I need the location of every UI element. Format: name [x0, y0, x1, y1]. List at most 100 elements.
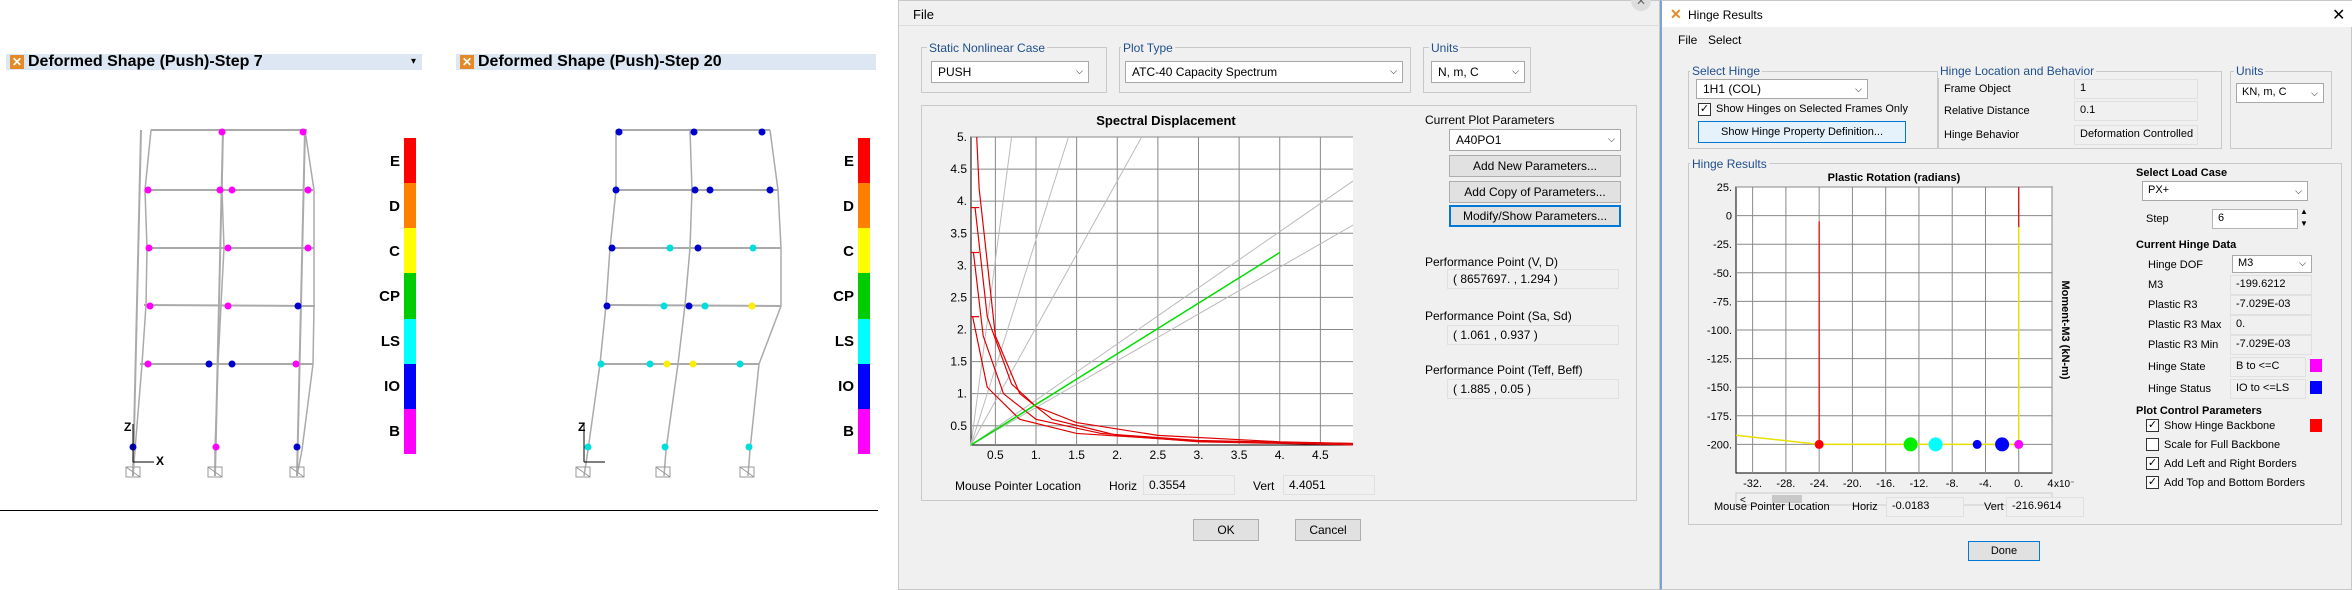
static-case-select[interactable]: PUSH ⌵ — [931, 61, 1089, 83]
step-up-icon[interactable]: ▲ — [2300, 207, 2308, 216]
tb-borders-checkbox[interactable]: ✓ — [2146, 476, 2159, 489]
menu-separator — [899, 25, 1661, 26]
static-case-label: Static Nonlinear Case — [927, 41, 1048, 55]
chevron-down-icon: ⌵ — [2295, 186, 2302, 196]
backbone-color-swatch[interactable] — [2310, 419, 2322, 432]
show-selected-checkbox[interactable]: ✓ — [1698, 103, 1711, 116]
plastic-r3-min-value: -7.029E-03 — [2230, 335, 2312, 355]
pushover-curve-window: File ✕ Static Nonlinear Case PUSH ⌵ Plot … — [898, 0, 1661, 590]
x-tick-label: 3.5 — [1231, 448, 1248, 462]
hinge-marker — [1903, 437, 1918, 452]
x-tick-label: -24. — [1810, 478, 1829, 490]
units-select[interactable]: N, m, C ⌵ — [1431, 61, 1525, 83]
show-backbone-label: Show Hinge Backbone — [2164, 420, 2276, 432]
x-tick-label: -4. — [1979, 478, 1992, 490]
ok-button[interactable]: OK — [1193, 519, 1259, 541]
plastic-r3-value: -7.029E-03 — [2230, 295, 2312, 315]
chevron-down-icon: ⌵ — [1608, 134, 1615, 144]
chevron-down-icon: ⌵ — [1390, 66, 1397, 76]
show-hinge-def-button[interactable]: Show Hinge Property Definition... — [1698, 121, 1906, 143]
legend-label: C — [389, 242, 400, 260]
y-axis-label: Moment-M3 (kN-m) — [2059, 281, 2071, 380]
menu-select[interactable]: Select — [1708, 33, 1741, 47]
current-params-select[interactable]: A40PO1 ⌵ — [1449, 129, 1621, 151]
plastic-rotation-chart[interactable]: -32. -28. -24. -20. -16. -12. -8. -4. 0. 4.25.0-2… — [1690, 165, 2074, 525]
hinge-vert-label: Vert — [1984, 501, 2004, 513]
x-tick-label: 1. — [1031, 448, 1041, 462]
close-view-icon[interactable]: ✕ — [460, 55, 474, 69]
chart-title: Spectral Displacement — [1096, 113, 1236, 128]
step-input[interactable]: 6 — [2212, 209, 2298, 229]
frame-view-1[interactable] — [0, 70, 440, 490]
lr-borders-label: Add Left and Right Borders — [2164, 458, 2297, 470]
y-tick-label: -100. — [1707, 325, 1732, 337]
hinge-select[interactable]: 1H1 (COL) ⌵ — [1696, 79, 1868, 99]
legend-label: IO — [838, 378, 854, 396]
view-title-bar-2[interactable]: ✕ Deformed Shape (Push)-Step 20 — [456, 53, 876, 70]
legend-label: D — [843, 197, 854, 215]
x-tick-label: 1.5 — [1068, 448, 1085, 462]
chart-title: Plastic Rotation (radians) — [1828, 172, 1961, 184]
legend-label: E — [843, 152, 854, 170]
step-down-icon[interactable]: ▼ — [2300, 219, 2308, 228]
perf-teff-label: Performance Point (Teff, Beff) — [1425, 363, 1583, 377]
y-tick-label: 25. — [1717, 182, 1732, 194]
y-tick-label: -150. — [1707, 382, 1732, 394]
plot-controls-label: Plot Control Parameters — [2136, 405, 2262, 417]
m3-label: M3 — [2148, 279, 2164, 291]
chevron-down-icon[interactable]: ▾ — [411, 56, 416, 67]
chevron-down-icon: ⌵ — [1076, 66, 1083, 76]
y-tick-label: 0 — [1726, 211, 1732, 223]
add-copy-parameters-button[interactable]: Add Copy of Parameters... — [1449, 181, 1621, 203]
x-tick-label: 0. — [2014, 478, 2023, 490]
capacity-spectrum-chart[interactable]: 0.5 1. 1.5 2. 2.5 3. 3.5 4. 4.5 5. 0.5 1. 1.5 2. 2.5 3.… — [923, 109, 1353, 469]
modify-show-parameters-button[interactable]: Modify/Show Parameters... — [1449, 205, 1621, 227]
lr-borders-checkbox[interactable]: ✓ — [2146, 457, 2159, 470]
hinge-marker — [2014, 439, 2024, 449]
hinge-select-value: 1H1 (COL) — [1703, 82, 1762, 96]
axis-x-label-1: X — [156, 454, 165, 468]
scale-backbone-label: Scale for Full Backbone — [2164, 439, 2281, 451]
add-new-parameters-button[interactable]: Add New Parameters... — [1449, 155, 1621, 177]
menu-file[interactable]: File — [1678, 33, 1697, 47]
show-backbone-checkbox[interactable]: ✓ — [2146, 419, 2159, 432]
hinge-dof-select[interactable]: M3 ⌵ — [2232, 255, 2312, 273]
hinge-horiz-value: -0.0183 — [1886, 497, 1964, 517]
perf-sasd-label: Performance Point (Sa, Sd) — [1425, 309, 1572, 323]
static-case-value: PUSH — [938, 65, 972, 79]
x-tick-label: -20. — [1843, 478, 1862, 490]
menu-file[interactable]: File — [913, 7, 934, 22]
hinge-status-value: IO to <=LS — [2230, 379, 2306, 399]
close-icon[interactable]: ✕ — [2332, 5, 2345, 25]
horiz-label: Horiz — [1109, 479, 1138, 493]
close-circle-icon[interactable]: ✕ — [1631, 0, 1651, 11]
hinge-mouse-label: Mouse Pointer Location — [1714, 501, 1830, 513]
frame-object-value: 1 — [2074, 79, 2198, 99]
plot-type-select[interactable]: ATC-40 Capacity Spectrum ⌵ — [1125, 61, 1403, 83]
legend-swatch — [858, 408, 870, 454]
plastic-r3-max-label: Plastic R3 Max — [2148, 319, 2222, 331]
done-button[interactable]: Done — [1968, 541, 2040, 561]
scale-backbone-checkbox[interactable] — [2146, 438, 2159, 451]
close-view-icon[interactable]: ✕ — [10, 55, 24, 69]
hinge-color-legend-1: E D C CP LS IO B — [378, 138, 418, 454]
hinge-units-label: Units — [2234, 64, 2266, 78]
y-tick-label: 3. — [957, 258, 967, 272]
y-tick-label: -50. — [1713, 268, 1732, 280]
load-case-select[interactable]: PX+ ⌵ — [2142, 181, 2308, 201]
hinge-units-select[interactable]: KN, m, C ⌵ — [2236, 83, 2324, 103]
legend-swatch — [858, 183, 870, 229]
m3-value: -199.6212 — [2230, 275, 2312, 295]
hinge-status-swatch — [2310, 381, 2322, 394]
y-tick-label: -125. — [1707, 354, 1732, 366]
cancel-button[interactable]: Cancel — [1295, 519, 1361, 541]
legend-swatch — [858, 273, 870, 319]
legend-swatch — [404, 273, 416, 319]
current-hinge-data-label: Current Hinge Data — [2136, 239, 2237, 251]
y-tick-label: 4. — [957, 194, 967, 208]
mouse-pointer-label: Mouse Pointer Location — [955, 479, 1082, 493]
view-title-bar-1[interactable]: ✕ Deformed Shape (Push)-Step 7 ▾ — [6, 53, 422, 70]
frame-view-2[interactable] — [440, 70, 840, 490]
chevron-down-icon: ⌵ — [1512, 66, 1519, 76]
y-tick-label: 2.5 — [950, 290, 967, 304]
